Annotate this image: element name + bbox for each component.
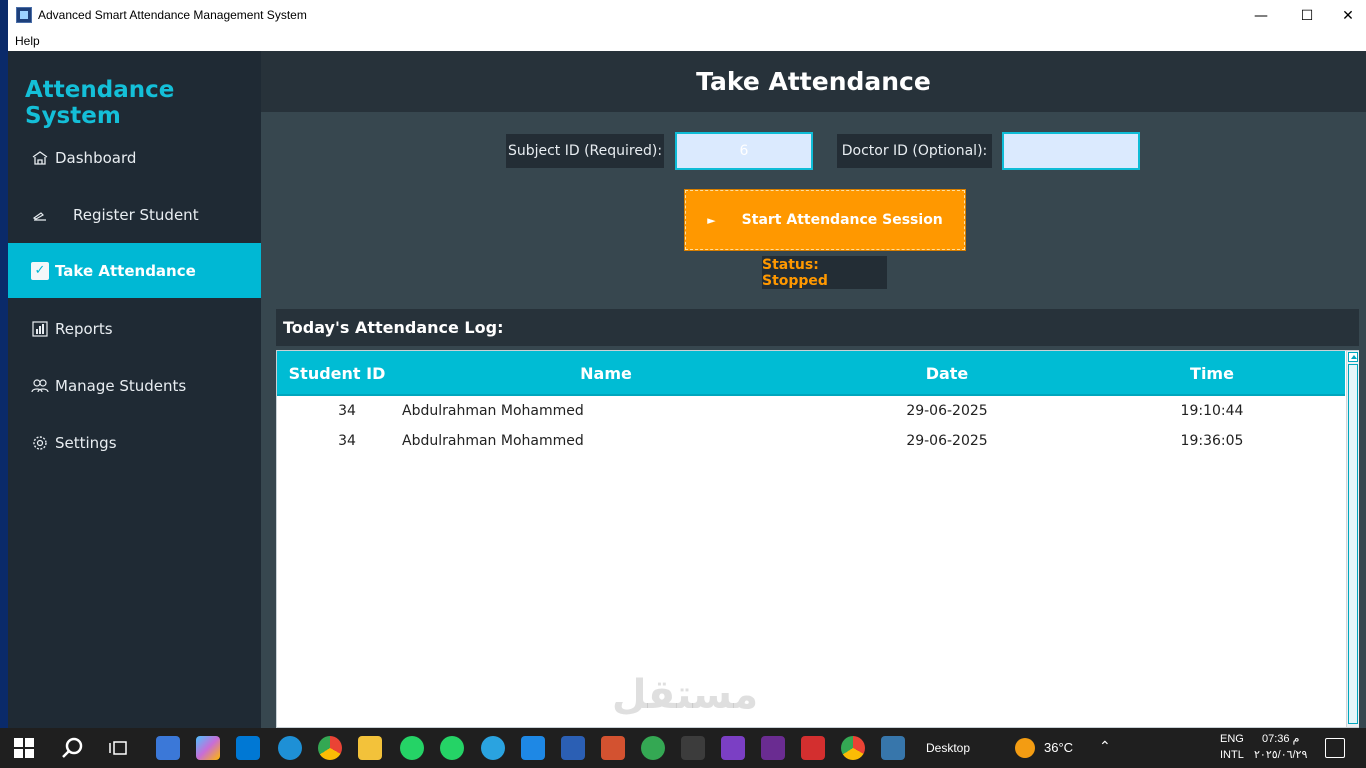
chrome-icon[interactable]: [318, 736, 342, 760]
page-title: Take Attendance: [696, 67, 931, 96]
task-view-icon[interactable]: [108, 736, 132, 760]
column-header-time[interactable]: Time: [1079, 351, 1345, 396]
language-layout[interactable]: INTL: [1220, 749, 1244, 761]
weather-icon[interactable]: [1015, 738, 1035, 758]
play-icon: ►: [707, 213, 716, 227]
sidebar-item-label: Reports: [55, 319, 113, 338]
start-session-button[interactable]: ► Start Attendance Session: [684, 189, 966, 251]
cell-date: 29-06-2025: [906, 403, 988, 419]
chrome-profile-icon[interactable]: [641, 736, 665, 760]
scroll-thumb[interactable]: [1348, 364, 1358, 724]
main-panel: Take Attendance Subject ID (Required): D…: [261, 51, 1366, 728]
watermark-logo: مستقل: [611, 672, 759, 718]
acrobat-icon[interactable]: [801, 736, 825, 760]
status-badge: Status: Stopped: [762, 256, 887, 289]
chevron-up-icon[interactable]: ⌃: [1099, 738, 1111, 755]
search-icon[interactable]: [60, 736, 84, 760]
sidebar-item-register-student[interactable]: Register Student: [8, 187, 261, 242]
menu-bar: Help: [8, 31, 1366, 51]
cell-date: 29-06-2025: [906, 433, 988, 449]
windows-start-icon[interactable]: [14, 738, 34, 758]
users-icon: [31, 377, 49, 395]
edge-icon[interactable]: [278, 736, 302, 760]
visual-studio-icon[interactable]: [721, 736, 745, 760]
checkbox-icon: ✓: [31, 261, 49, 280]
store-icon[interactable]: [236, 736, 260, 760]
title-bar: Advanced Smart Attendance Management Sys…: [8, 0, 1366, 31]
log-header: Today's Attendance Log:: [276, 309, 1359, 346]
app-icon: [16, 7, 32, 23]
bar-chart-icon: [31, 320, 49, 338]
whatsapp-business-icon[interactable]: [440, 736, 464, 760]
notification-icon[interactable]: [1325, 738, 1345, 758]
widgets-icon[interactable]: [156, 736, 180, 760]
window-title: Advanced Smart Attendance Management Sys…: [38, 8, 307, 22]
doctor-id-label: Doctor ID (Optional):: [837, 134, 992, 168]
copilot-icon[interactable]: [196, 736, 220, 760]
app-window: Advanced Smart Attendance Management Sys…: [8, 0, 1366, 728]
page-header: Take Attendance: [261, 51, 1366, 112]
column-header-date[interactable]: Date: [815, 351, 1079, 396]
sidebar-item-label: Manage Students: [55, 376, 187, 395]
cell-student-id: 34: [338, 433, 356, 449]
sidebar-item-manage-students[interactable]: Manage Students: [8, 358, 261, 413]
whatsapp-icon[interactable]: [400, 736, 424, 760]
pen-icon: [31, 206, 49, 224]
sidebar-item-label: Register Student: [73, 205, 199, 224]
sidebar: Attendance System Dashboard Register Stu…: [8, 51, 261, 728]
table-header: Student ID Name Date Time: [277, 351, 1345, 396]
clock-time[interactable]: 07:36 م: [1262, 732, 1299, 745]
minimize-button[interactable]: —: [1238, 0, 1284, 31]
log-title: Today's Attendance Log:: [283, 318, 504, 337]
cell-time: 19:10:44: [1180, 403, 1244, 419]
table-row[interactable]: 34 Abdulrahman Mohammed 29-06-2025 19:36…: [277, 426, 1345, 456]
sidebar-item-label: Settings: [55, 433, 117, 452]
word-icon[interactable]: [561, 736, 585, 760]
python-icon[interactable]: [881, 736, 905, 760]
cell-name: Abdulrahman Mohammed: [402, 433, 584, 449]
subject-id-label: Subject ID (Required):: [506, 134, 664, 168]
folder-icon[interactable]: [358, 736, 382, 760]
column-header-student-id[interactable]: Student ID: [277, 351, 397, 396]
chrome-icon-2[interactable]: [841, 736, 865, 760]
language-code[interactable]: ENG: [1220, 733, 1244, 745]
doctor-id-input[interactable]: [1002, 132, 1140, 170]
cell-name: Abdulrahman Mohammed: [402, 403, 584, 419]
table-row[interactable]: 34 Abdulrahman Mohammed 29-06-2025 19:10…: [277, 396, 1345, 426]
brand-title: Attendance System: [25, 77, 175, 129]
close-button[interactable]: ✕: [1330, 0, 1366, 31]
table-scrollbar[interactable]: [1346, 351, 1359, 727]
clock-date[interactable]: ٢٠٢٥/٠٦/٢٩: [1254, 748, 1307, 761]
terminal-icon[interactable]: [681, 736, 705, 760]
telegram-icon[interactable]: [481, 736, 505, 760]
sidebar-item-label: Dashboard: [55, 148, 137, 167]
subject-id-input[interactable]: [675, 132, 813, 170]
gear-icon: [31, 434, 49, 452]
weather-temp[interactable]: 36°C: [1044, 740, 1073, 755]
scroll-up-arrow-icon[interactable]: [1348, 352, 1358, 362]
menu-help[interactable]: Help: [15, 34, 40, 48]
start-session-label: Start Attendance Session: [741, 212, 943, 228]
table-body: 34 Abdulrahman Mohammed 29-06-2025 19:10…: [277, 396, 1345, 456]
editor-icon[interactable]: [761, 736, 785, 760]
vscode-icon[interactable]: [521, 736, 545, 760]
cell-time: 19:36:05: [1180, 433, 1244, 449]
sidebar-item-take-attendance[interactable]: ✓ Take Attendance: [8, 243, 261, 298]
attendance-table: Student ID Name Date Time 34 Abdulrahman…: [276, 350, 1359, 728]
home-icon: [31, 149, 49, 167]
column-header-name[interactable]: Name: [397, 351, 815, 396]
cell-student-id: 34: [338, 403, 356, 419]
powerpoint-icon[interactable]: [601, 736, 625, 760]
desktop-label[interactable]: Desktop: [926, 741, 970, 755]
sidebar-item-settings[interactable]: Settings: [8, 415, 261, 470]
sidebar-item-dashboard[interactable]: Dashboard: [8, 130, 261, 185]
maximize-button[interactable]: ☐: [1284, 0, 1330, 31]
sidebar-item-reports[interactable]: Reports: [8, 301, 261, 356]
sidebar-item-label: Take Attendance: [55, 261, 196, 280]
taskbar: Desktop 36°C ⌃ ENG INTL 07:36 م ٢٠٢٥/٠٦/…: [0, 728, 1366, 768]
